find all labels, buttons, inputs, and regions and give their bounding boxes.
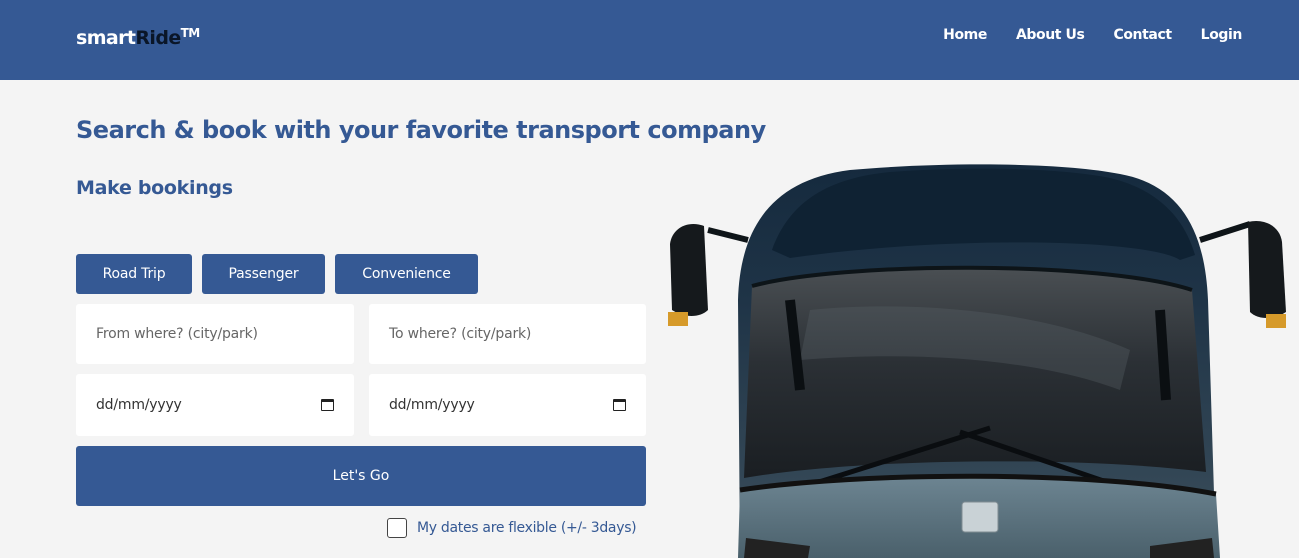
nav-login[interactable]: Login	[1201, 27, 1243, 43]
brand-trademark: TM	[180, 26, 201, 40]
calendar-icon[interactable]	[613, 399, 626, 411]
nav-contact[interactable]: Contact	[1113, 27, 1172, 43]
departure-date-input[interactable]: dd/mm/yyyy	[76, 374, 354, 436]
navbar: smartRideTM Home About Us Contact Login	[0, 0, 1299, 80]
to-input[interactable]: To where? (city/park)	[369, 304, 646, 364]
to-placeholder: To where? (city/park)	[389, 326, 532, 342]
date-placeholder: dd/mm/yyyy	[389, 397, 475, 413]
brand-part-smart: smart	[76, 27, 136, 49]
lets-go-button[interactable]: Let's Go	[76, 446, 646, 506]
flexible-dates-checkbox[interactable]	[387, 518, 407, 538]
from-input[interactable]: From where? (city/park)	[76, 304, 354, 364]
calendar-icon[interactable]	[321, 399, 334, 411]
return-date-input[interactable]: dd/mm/yyyy	[369, 374, 646, 436]
from-placeholder: From where? (city/park)	[96, 326, 258, 342]
flexible-dates-option: My dates are flexible (+/- 3days)	[387, 518, 637, 538]
main-nav: Home About Us Contact Login	[943, 27, 1242, 43]
tab-convenience[interactable]: Convenience	[335, 254, 478, 294]
flexible-dates-label: My dates are flexible (+/- 3days)	[417, 520, 637, 536]
page-headline: Search & book with your favorite transpo…	[76, 116, 766, 144]
date-placeholder: dd/mm/yyyy	[96, 397, 182, 413]
nav-about-us[interactable]: About Us	[1016, 27, 1085, 43]
brand-part-ride: Ride	[135, 27, 181, 49]
tab-passenger[interactable]: Passenger	[202, 254, 325, 294]
nav-home[interactable]: Home	[943, 27, 987, 43]
tab-road-trip[interactable]: Road Trip	[76, 254, 192, 294]
brand-logo[interactable]: smartRideTM	[76, 26, 201, 49]
page-subhead: Make bookings	[76, 177, 233, 199]
bus-front-image	[668, 164, 1286, 558]
